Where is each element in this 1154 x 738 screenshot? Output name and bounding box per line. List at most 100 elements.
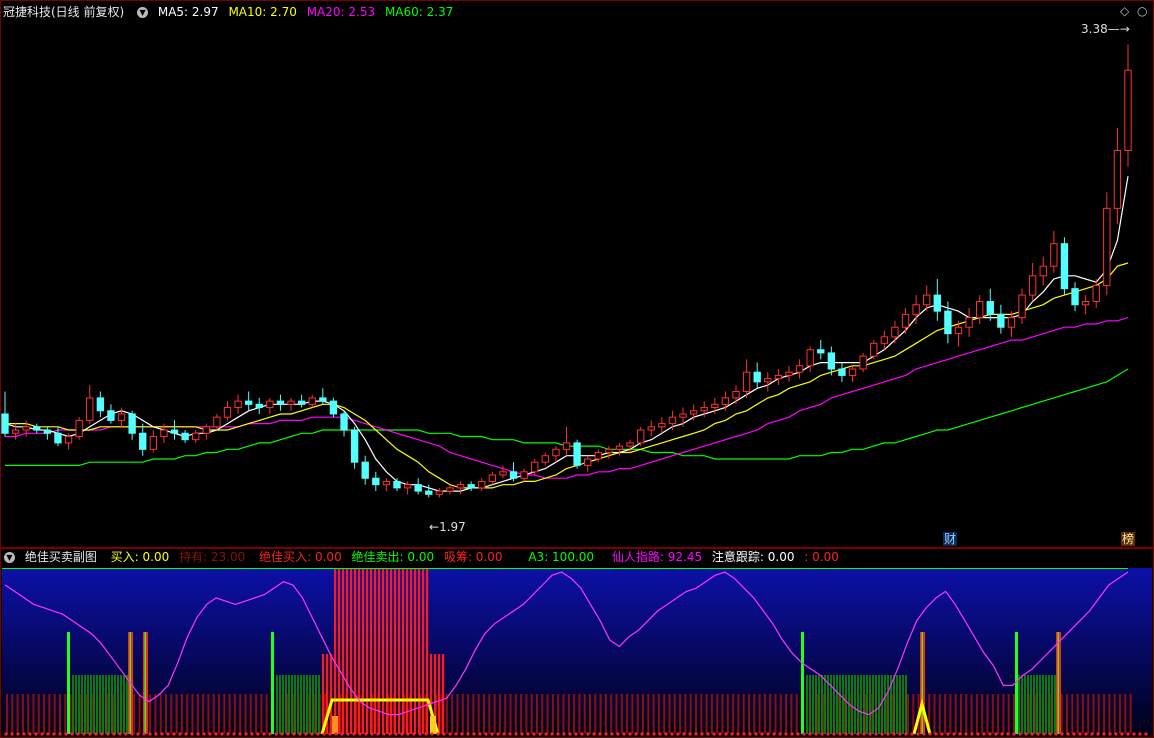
candle-body <box>297 400 306 405</box>
candle-body <box>838 368 846 376</box>
green-zone-bar <box>815 675 817 734</box>
red-burst-bar <box>330 654 333 734</box>
baseline-dot <box>400 732 404 736</box>
candle <box>764 372 772 392</box>
baseline-dot <box>274 732 278 736</box>
baseline-dot <box>358 732 362 736</box>
baseline-dot <box>532 732 536 736</box>
low-price-value: 1.97 <box>439 520 466 534</box>
green-zone-bar <box>282 675 284 734</box>
baseline-dot <box>574 732 578 736</box>
candle-body <box>615 445 624 450</box>
green-zone-bar <box>99 675 101 734</box>
candle <box>848 365 857 382</box>
green-zone-bar <box>297 675 299 734</box>
hold-bar <box>1066 694 1068 734</box>
baseline-dot <box>238 732 242 736</box>
baseline-dot <box>334 732 338 736</box>
hold-bar <box>498 694 501 734</box>
candle <box>361 455 369 485</box>
hold-bar <box>758 694 761 734</box>
candle <box>986 288 994 321</box>
candle-body <box>785 371 793 376</box>
candle <box>170 420 179 440</box>
green-zone-bar <box>123 675 125 734</box>
baseline-dot <box>1012 732 1016 736</box>
hold-bar <box>493 694 496 734</box>
candle <box>192 430 200 443</box>
candle <box>552 446 560 463</box>
candle <box>117 407 126 427</box>
candle <box>425 484 433 498</box>
chevron-down-icon[interactable]: ▼ <box>4 552 15 563</box>
hold-bar <box>684 694 687 734</box>
hold-bar <box>933 694 936 734</box>
hold-bar <box>774 694 777 734</box>
diamond-icon[interactable]: ◇ <box>1119 4 1130 18</box>
green-zone-bar <box>875 675 877 734</box>
finance-tag[interactable]: 财 <box>943 532 958 546</box>
baseline-dot <box>262 732 266 736</box>
green-zone-bar <box>114 675 116 734</box>
candle <box>1 391 9 437</box>
baseline-dot <box>592 732 596 736</box>
baseline-dot <box>670 732 674 736</box>
baseline-dot <box>280 732 284 736</box>
baseline-dot <box>352 732 356 736</box>
green-zone-bar <box>905 675 907 734</box>
baseline-dot <box>580 732 584 736</box>
ma60-label: MA60: 2.37 <box>384 5 454 19</box>
green-zone-bar <box>78 675 80 734</box>
baseline-dot <box>142 732 146 736</box>
candle <box>276 394 285 411</box>
baseline-dot <box>868 732 872 736</box>
hold-bar <box>604 694 607 734</box>
baseline-dot <box>1096 732 1100 736</box>
hold-bar <box>223 694 226 734</box>
hold-bar <box>6 694 8 734</box>
hold-bar <box>1013 694 1015 734</box>
settings-icon[interactable]: ○ <box>1136 4 1148 18</box>
green-zone-bar <box>857 675 859 734</box>
baseline-dot <box>862 732 866 736</box>
baseline-dot <box>550 732 554 736</box>
baseline-dot <box>808 732 812 736</box>
candle-body <box>287 400 295 405</box>
hold-bar <box>244 694 247 734</box>
ranking-tag[interactable]: 榜 <box>1121 532 1136 546</box>
baseline-dot <box>886 732 890 736</box>
hold-bar <box>445 694 448 734</box>
hold-bar <box>21 694 24 734</box>
baseline-dot <box>538 732 542 736</box>
candle-body <box>117 413 126 421</box>
candle-body <box>721 397 730 405</box>
baseline-dot <box>562 732 566 736</box>
chevron-down-icon[interactable]: ▼ <box>137 7 149 18</box>
hold-bar <box>202 694 205 734</box>
baseline-dot <box>1078 732 1082 736</box>
red-burst-bar <box>342 569 345 734</box>
hold-bar <box>578 694 581 734</box>
hold-bar <box>456 694 459 734</box>
baseline-dot <box>676 732 680 736</box>
green-zone-bar <box>1018 675 1020 734</box>
hold-bar <box>668 694 671 734</box>
green-zone-bar <box>896 675 898 734</box>
green-zone-bar <box>105 675 107 734</box>
hold-bar <box>652 694 655 734</box>
baseline-dot <box>52 732 56 736</box>
baseline-dot <box>760 732 764 736</box>
candle-body <box>1039 265 1047 277</box>
baseline-dot <box>310 732 314 736</box>
green-zone-bar <box>1021 675 1023 734</box>
green-zone-bar <box>1033 675 1035 734</box>
green-zone-bar <box>839 675 841 734</box>
candle <box>880 330 889 350</box>
baseline-dot <box>94 732 98 736</box>
green-zone-bar <box>812 675 814 734</box>
baseline-dot <box>658 732 662 736</box>
candle <box>181 430 189 443</box>
baseline-dot <box>1102 732 1106 736</box>
candle-body <box>329 400 338 415</box>
candle-body <box>806 349 814 367</box>
